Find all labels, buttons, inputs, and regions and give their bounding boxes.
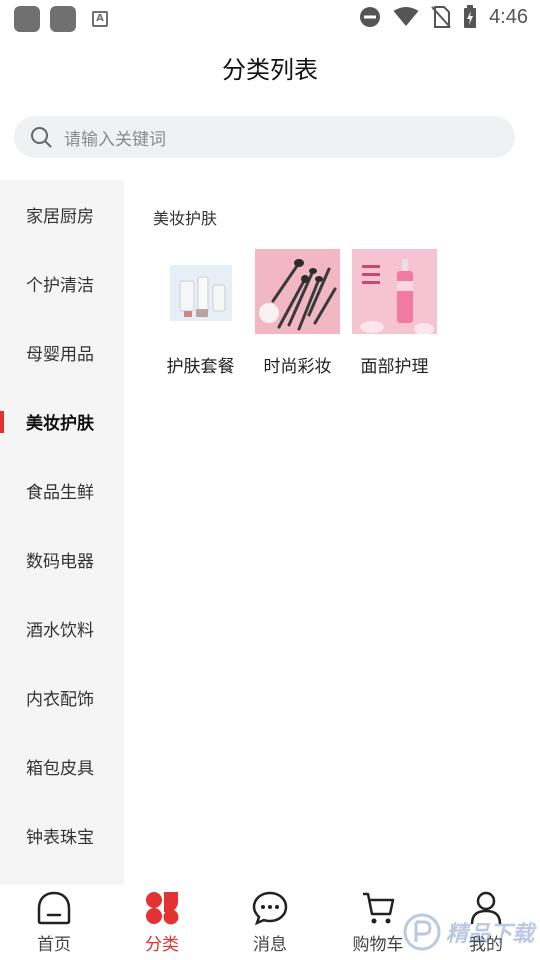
sidebar-item-home-kitchen[interactable]: 家居厨房 <box>0 180 124 249</box>
nav-label: 分类 <box>145 935 179 955</box>
home-icon <box>37 891 71 925</box>
sidebar-item-personal-care[interactable]: 个护清洁 <box>0 249 124 318</box>
subcategory-fashion-makeup[interactable]: 时尚彩妆 <box>255 249 340 377</box>
watermark-logo-icon <box>403 913 441 951</box>
text-notification-icon: A <box>92 11 108 27</box>
app-notification-icon <box>50 6 76 32</box>
sidebar-item-label: 数码电器 <box>26 552 94 572</box>
sidebar-item-label: 食品生鲜 <box>26 483 94 503</box>
battery-charging-icon <box>464 5 477 28</box>
search-placeholder: 请输入关键词 <box>64 129 166 150</box>
watermark-text: 精品下载 <box>445 922 534 947</box>
sidebar-item-maternal-baby[interactable]: 母婴用品 <box>0 318 124 387</box>
nav-label: 购物车 <box>352 935 404 955</box>
message-icon <box>252 891 288 926</box>
nav-messages[interactable]: 消息 <box>216 885 324 960</box>
subcategory-facial-care[interactable]: 面部护理 <box>352 249 437 377</box>
sidebar-item-underwear[interactable]: 内衣配饰 <box>0 663 124 732</box>
sidebar-item-beauty[interactable]: 美妆护肤 <box>0 387 124 456</box>
no-sim-icon <box>431 6 451 28</box>
facial-care-image <box>352 249 437 334</box>
nav-home[interactable]: 首页 <box>0 885 108 960</box>
sidebar-item-label: 美妆护肤 <box>26 414 94 434</box>
watermark: 精品下载 <box>402 912 534 952</box>
subcategory-label: 面部护理 <box>360 357 429 377</box>
subcategory-grid: 护肤套餐 时尚彩妆 面部护理 <box>158 249 437 377</box>
subcategory-label: 护肤套餐 <box>166 357 235 377</box>
sidebar-item-food[interactable]: 食品生鲜 <box>0 456 124 525</box>
sidebar-item-drinks[interactable]: 酒水饮料 <box>0 594 124 663</box>
search-icon <box>31 127 52 148</box>
nav-label: 首页 <box>37 935 71 955</box>
status-time: 4:46 <box>489 5 528 28</box>
do-not-disturb-icon <box>360 7 381 27</box>
sidebar-item-label: 箱包皮具 <box>26 759 94 779</box>
subcategory-label: 时尚彩妆 <box>263 357 332 377</box>
search-input[interactable]: 请输入关键词 <box>14 116 515 158</box>
notification-icons: A <box>14 6 108 32</box>
section-title: 美妆护肤 <box>153 209 218 228</box>
sidebar-item-bags[interactable]: 箱包皮具 <box>0 732 124 801</box>
sidebar-item-label: 个护清洁 <box>26 276 94 296</box>
nav-category[interactable]: 分类 <box>108 885 216 960</box>
category-icon <box>146 892 179 925</box>
sidebar-item-label: 家居厨房 <box>26 207 94 227</box>
sidebar-item-label: 酒水饮料 <box>26 621 94 641</box>
page-title: 分类列表 <box>222 56 318 84</box>
app-notification-icon <box>14 6 40 32</box>
nav-label: 消息 <box>253 935 287 955</box>
cart-icon <box>363 892 395 924</box>
wifi-icon <box>393 7 419 26</box>
sidebar-item-watches[interactable]: 钟表珠宝 <box>0 801 124 870</box>
system-icons: 4:46 <box>359 5 528 29</box>
sidebar-item-label: 钟表珠宝 <box>26 828 94 848</box>
skincare-set-image <box>158 249 243 334</box>
sidebar-item-label: 内衣配饰 <box>26 690 94 710</box>
status-bar: A 4:46 <box>0 0 540 36</box>
sidebar-item-label: 母婴用品 <box>26 345 94 365</box>
category-sidebar: 家居厨房 个护清洁 母婴用品 美妆护肤 食品生鲜 数码电器 酒水饮料 内衣配饰 … <box>0 180 124 885</box>
fashion-makeup-image <box>255 249 340 334</box>
sidebar-item-digital[interactable]: 数码电器 <box>0 525 124 594</box>
subcategory-skincare-set[interactable]: 护肤套餐 <box>158 249 243 377</box>
